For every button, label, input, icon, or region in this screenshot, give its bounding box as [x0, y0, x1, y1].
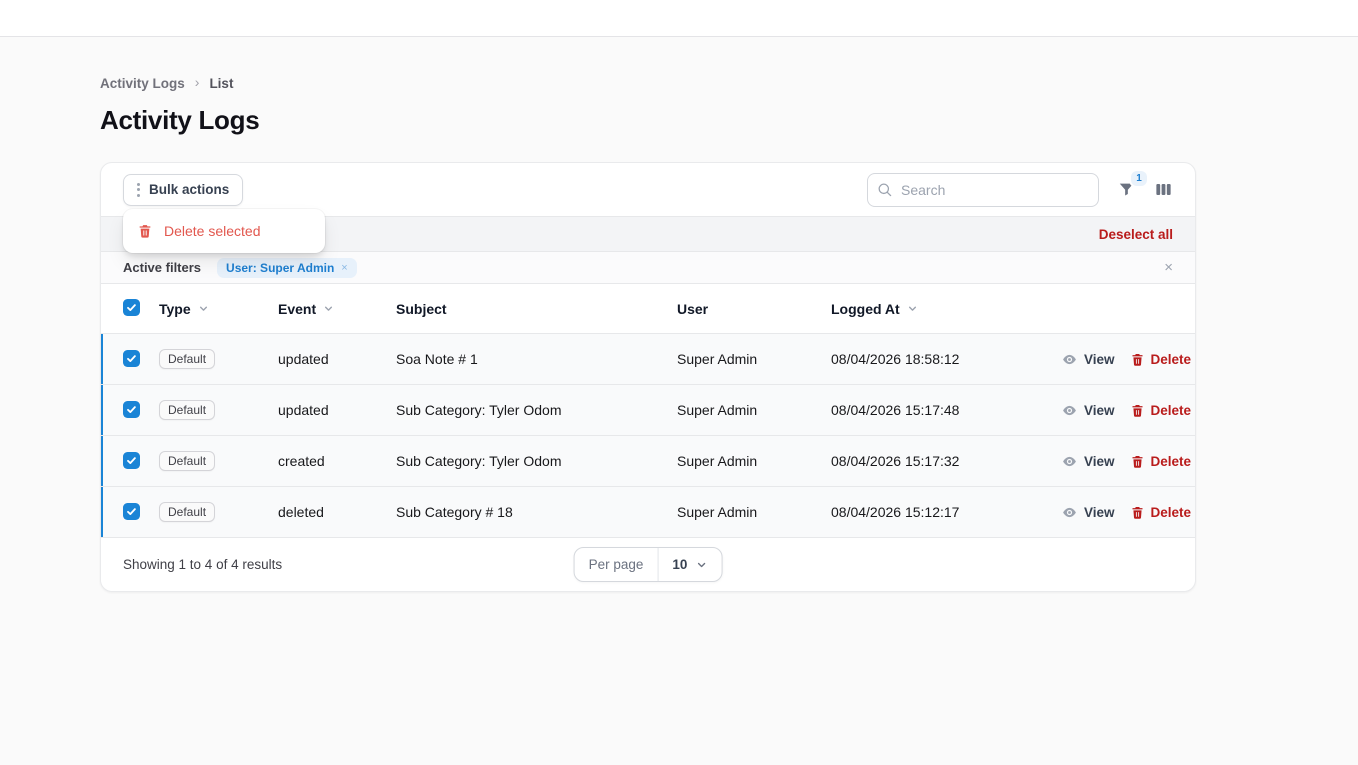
page-title: Activity Logs	[100, 105, 1258, 136]
logged-at-cell: 08/04/2026 18:58:12	[831, 351, 1061, 367]
user-cell: Super Admin	[677, 402, 831, 418]
subject-cell: Sub Category: Tyler Odom	[396, 402, 677, 418]
event-cell: created	[278, 453, 396, 469]
event-cell: updated	[278, 351, 396, 367]
activity-logs-table-card: Bulk actions 1	[100, 162, 1196, 592]
table-body: Default updated Soa Note # 1 Super Admin…	[101, 333, 1195, 537]
sort-chevron-icon	[906, 302, 919, 315]
logged-at-cell: 08/04/2026 15:12:17	[831, 504, 1061, 520]
user-cell: Super Admin	[677, 504, 831, 520]
filter-chip-remove-icon[interactable]: ×	[341, 262, 347, 274]
subject-cell: Sub Category # 18	[396, 504, 677, 520]
trash-icon	[137, 223, 153, 239]
breadcrumb-activity-logs[interactable]: Activity Logs	[100, 76, 185, 91]
table-row: Default updated Soa Note # 1 Super Admin…	[101, 333, 1195, 384]
deselect-all-button[interactable]: Deselect all	[1099, 227, 1173, 242]
bulk-actions-label: Bulk actions	[149, 182, 229, 197]
clear-filters-icon[interactable]: ×	[1164, 260, 1173, 275]
search-icon	[877, 182, 893, 198]
chevron-down-icon	[695, 559, 707, 571]
event-cell: deleted	[278, 504, 396, 520]
delete-selected-item[interactable]: Delete selected	[164, 223, 261, 239]
subject-cell: Soa Note # 1	[396, 351, 677, 367]
select-all-checkbox[interactable]	[123, 299, 140, 316]
eye-icon	[1061, 351, 1078, 368]
per-page-control: Per page 10	[574, 547, 723, 582]
delete-button[interactable]: Delete	[1130, 505, 1192, 520]
view-button[interactable]: View	[1061, 402, 1115, 419]
user-cell: Super Admin	[677, 351, 831, 367]
active-filters-label: Active filters	[123, 260, 201, 275]
ellipsis-vertical-icon	[137, 183, 140, 197]
trash-icon	[1130, 403, 1145, 418]
column-header-user: User	[677, 301, 831, 317]
view-button[interactable]: View	[1061, 351, 1115, 368]
table-footer: Showing 1 to 4 of 4 results Per page 10	[101, 537, 1195, 591]
columns-icon	[1154, 180, 1173, 199]
table-row: Default created Sub Category: Tyler Odom…	[101, 435, 1195, 486]
event-cell: updated	[278, 402, 396, 418]
type-badge: Default	[159, 349, 215, 369]
type-badge: Default	[159, 451, 215, 471]
bulk-actions-dropdown: Delete selected	[123, 209, 325, 253]
row-checkbox[interactable]	[123, 350, 140, 367]
delete-button[interactable]: Delete	[1130, 352, 1192, 367]
subject-cell: Sub Category: Tyler Odom	[396, 453, 677, 469]
bulk-actions-button[interactable]: Bulk actions	[123, 174, 243, 206]
column-header-type[interactable]: Type	[159, 301, 278, 317]
view-button[interactable]: View	[1061, 453, 1115, 470]
search-box	[867, 173, 1099, 207]
logged-at-cell: 08/04/2026 15:17:32	[831, 453, 1061, 469]
column-header-event[interactable]: Event	[278, 301, 396, 317]
filter-button[interactable]: 1	[1117, 180, 1136, 199]
eye-icon	[1061, 504, 1078, 521]
delete-button[interactable]: Delete	[1130, 454, 1192, 469]
per-page-label: Per page	[575, 548, 659, 581]
column-header-subject: Subject	[396, 301, 677, 317]
breadcrumb-separator-icon: ›	[195, 74, 200, 90]
trash-icon	[1130, 454, 1145, 469]
row-checkbox[interactable]	[123, 401, 140, 418]
delete-button[interactable]: Delete	[1130, 403, 1192, 418]
eye-icon	[1061, 402, 1078, 419]
table-header: Type Event Subject User Logged At	[101, 283, 1195, 333]
type-badge: Default	[159, 400, 215, 420]
sort-chevron-icon	[197, 302, 210, 315]
toggle-columns-button[interactable]	[1154, 180, 1173, 199]
table-row: Default deleted Sub Category # 18 Super …	[101, 486, 1195, 537]
breadcrumb: Activity Logs › List	[100, 75, 1258, 91]
column-header-logged-at[interactable]: Logged At	[831, 301, 1061, 317]
user-cell: Super Admin	[677, 453, 831, 469]
breadcrumb-list[interactable]: List	[209, 76, 233, 91]
view-button[interactable]: View	[1061, 504, 1115, 521]
logged-at-cell: 08/04/2026 15:17:48	[831, 402, 1061, 418]
trash-icon	[1130, 505, 1145, 520]
table-row: Default updated Sub Category: Tyler Odom…	[101, 384, 1195, 435]
type-badge: Default	[159, 502, 215, 522]
search-input[interactable]	[867, 173, 1099, 207]
filter-chip-label: User: Super Admin	[226, 261, 334, 275]
page-content: Activity Logs › List Activity Logs Bulk …	[0, 37, 1358, 592]
row-checkbox[interactable]	[123, 452, 140, 469]
filter-count-badge: 1	[1131, 171, 1147, 186]
active-filters-row: Active filters User: Super Admin × ×	[101, 251, 1195, 283]
results-summary: Showing 1 to 4 of 4 results	[123, 557, 282, 572]
row-checkbox[interactable]	[123, 503, 140, 520]
trash-icon	[1130, 352, 1145, 367]
topbar	[0, 0, 1358, 37]
eye-icon	[1061, 453, 1078, 470]
filter-chip-user: User: Super Admin ×	[217, 258, 357, 278]
sort-chevron-icon	[322, 302, 335, 315]
per-page-select[interactable]: 10	[658, 548, 721, 581]
